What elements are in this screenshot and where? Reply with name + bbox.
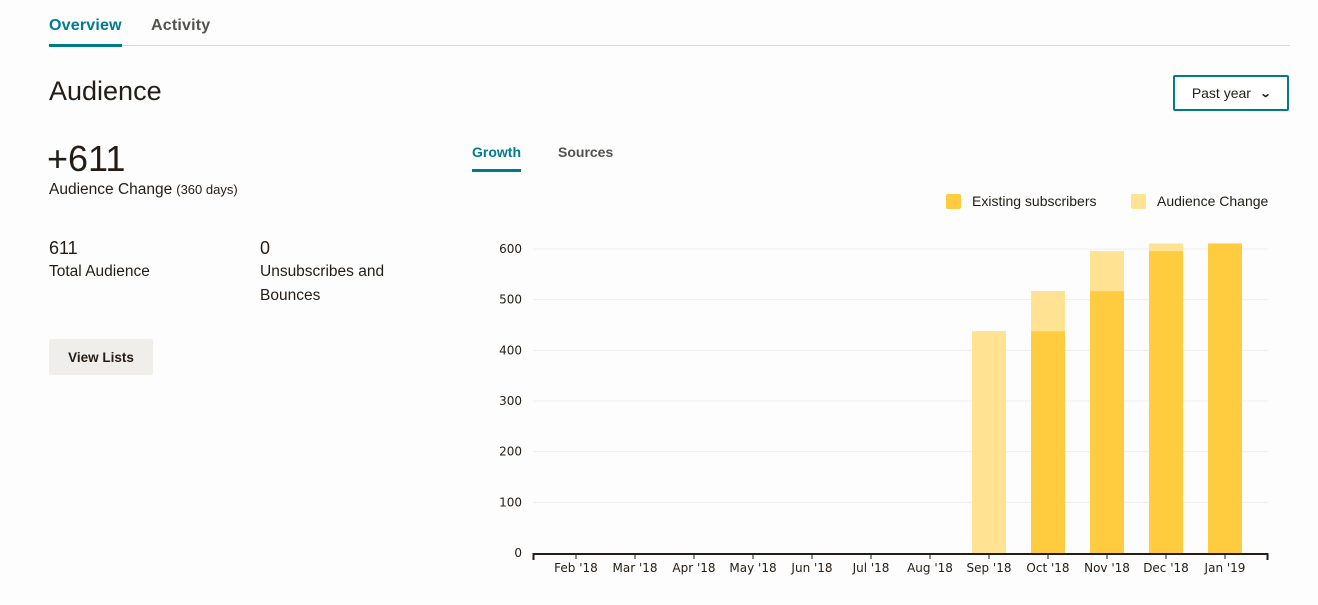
- x-tick-label: Nov '18: [1084, 561, 1130, 575]
- page-title: Audience: [49, 76, 162, 106]
- unsubscribes-value: 0: [260, 238, 271, 258]
- y-tick-label: 600: [499, 242, 522, 256]
- x-tick-label: Oct '18: [1026, 561, 1069, 575]
- tab-activity[interactable]: Activity: [151, 17, 210, 44]
- x-tick-label: Sep '18: [967, 561, 1012, 575]
- date-range-select[interactable]: Past year ⌄: [1173, 75, 1289, 111]
- x-tick-label: Jul '18: [852, 561, 890, 575]
- x-tick-label: Apr '18: [672, 561, 715, 575]
- legend-item-existing: Existing subscribers: [946, 193, 1097, 209]
- bar-existing: [1031, 331, 1065, 553]
- bar-existing: [1090, 291, 1124, 553]
- bar-audience-change: [1031, 291, 1065, 332]
- audience-change-value: +611: [47, 138, 126, 179]
- legend-label-change: Audience Change: [1157, 193, 1269, 209]
- x-tick-label: Dec '18: [1143, 561, 1189, 575]
- unsubscribes-label-line2: Bounces: [260, 287, 321, 304]
- legend-item-change: Audience Change: [1131, 193, 1268, 209]
- x-tick-label: Mar '18: [612, 561, 657, 575]
- legend-label-existing: Existing subscribers: [972, 193, 1097, 209]
- legend-swatch-existing: [946, 193, 961, 209]
- bar-existing: [1208, 243, 1242, 553]
- bar-audience-change: [1149, 243, 1183, 252]
- x-tick-label: Aug '18: [907, 561, 953, 575]
- tab-growth[interactable]: Growth: [472, 144, 521, 172]
- total-audience-value: 611: [49, 238, 78, 258]
- x-tick-label: Jan '19: [1204, 561, 1246, 575]
- top-tabs: Overview Activity: [49, 0, 1290, 47]
- unsubscribes-label-line1: Unsubscribes and: [260, 263, 385, 280]
- bar-audience-change: [972, 331, 1006, 553]
- growth-chart: 0 100 200 300 400 500 600 Feb '18 Mar '18 Apr '18…: [499, 242, 1269, 575]
- y-tick-label: 500: [499, 293, 522, 307]
- total-audience-label: Total Audience: [49, 263, 150, 280]
- x-tick-label: Jun '18: [790, 561, 832, 575]
- audience-change-label: Audience Change (360 days): [49, 181, 238, 199]
- y-tick-label: 0: [514, 546, 522, 560]
- bar-audience-change: [1090, 251, 1124, 292]
- y-tick-label: 300: [499, 394, 522, 408]
- y-tick-label: 100: [499, 495, 522, 509]
- x-tick-label: Feb '18: [554, 561, 598, 575]
- unsubscribes-stat: 0 Unsubscribes and Bounces: [260, 238, 384, 308]
- chevron-down-icon: ⌄: [1259, 87, 1272, 100]
- date-range-value: Past year: [1191, 85, 1251, 101]
- view-lists-button[interactable]: View Lists: [49, 339, 153, 375]
- tab-overview[interactable]: Overview: [49, 17, 122, 47]
- y-tick-label: 200: [499, 445, 522, 459]
- audience-change-period: (360 days): [176, 182, 238, 197]
- bar-existing: [1149, 251, 1183, 553]
- legend-swatch-change: [1131, 193, 1146, 209]
- total-audience-stat: 611 Total Audience: [49, 238, 150, 284]
- tab-sources[interactable]: Sources: [558, 144, 613, 169]
- x-tick-label: May '18: [729, 561, 776, 575]
- y-tick-label: 400: [499, 343, 522, 357]
- audience-change-text: Audience Change: [49, 181, 173, 198]
